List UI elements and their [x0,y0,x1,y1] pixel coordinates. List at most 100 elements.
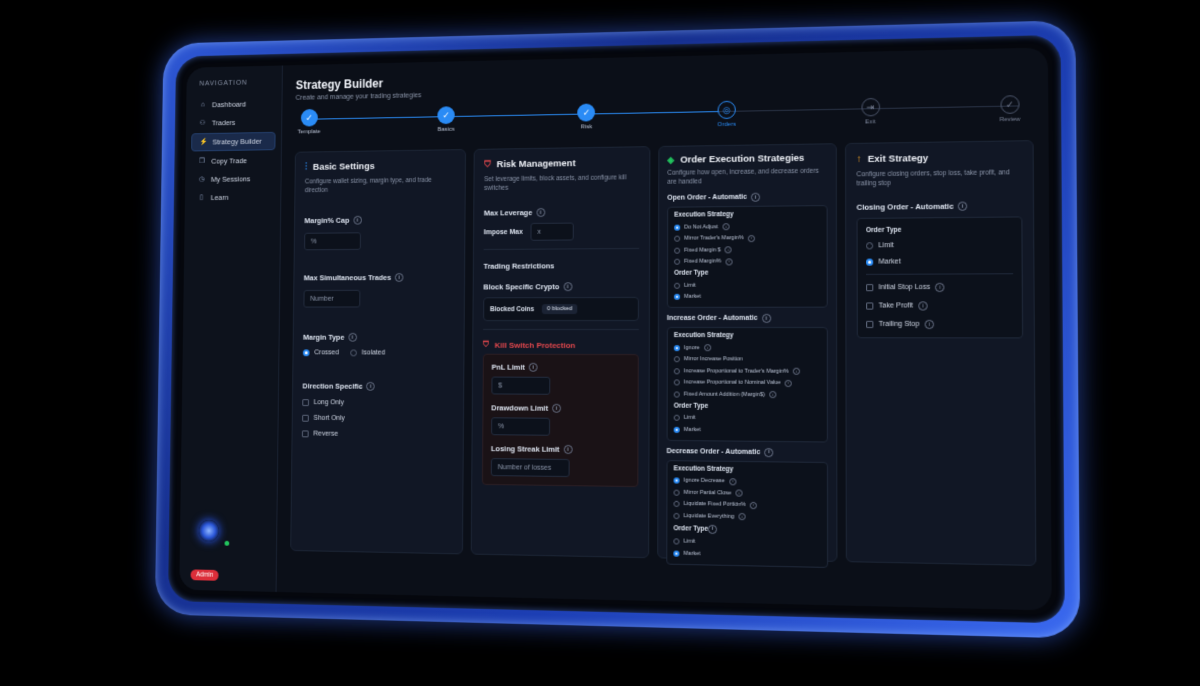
info-icon[interactable]: i [738,513,746,521]
max-trades-input[interactable]: Number [303,290,361,308]
info-icon[interactable]: i [563,282,573,292]
radio-crossed[interactable]: Crossed [302,349,339,357]
info-icon[interactable]: i [563,445,573,455]
pnl-limit-input[interactable]: $ [491,376,551,395]
info-icon[interactable]: i [751,192,761,203]
checkbox-take-profit[interactable]: Take Profit i [866,301,1013,311]
field-label-text: Direction Specific [302,381,363,391]
sidebar-item-label: My Sessions [210,174,251,184]
info-icon[interactable]: i [957,201,968,212]
step-template[interactable]: ✓ Template [281,108,338,136]
info-icon[interactable]: i [924,319,935,330]
info-icon[interactable]: i [528,362,538,372]
info-icon[interactable]: i [769,391,777,399]
step-basics[interactable]: ✓ Basics [417,106,475,133]
radio-fixed-amount[interactable]: Fixed Amount Addition (Margin$) i [673,389,821,402]
sidebar-item-learn[interactable]: ▯ Learn [190,189,275,206]
checkbox-trailing-stop[interactable]: Trailing Stop i [866,319,1013,330]
sidebar-item-dashboard[interactable]: ⌂ Dashboard [192,95,276,113]
step-orders[interactable]: ◎ Orders [696,100,757,128]
drawdown-limit-input[interactable]: % [491,417,551,436]
info-icon[interactable]: i [728,478,737,486]
step-label: Exit [865,119,876,126]
radio-increase-margin-pct[interactable]: Increase Proportional to Trader's Margin… [673,365,821,377]
checkbox-initial-stop-loss[interactable]: Initial Stop Loss i [866,282,1013,293]
card-title-text: Basic Settings [312,161,375,173]
margin-cap-input[interactable]: % [304,232,361,251]
radio-selected-icon [302,349,310,357]
radio-market[interactable]: Market [673,291,821,303]
info-icon[interactable]: i [724,246,732,254]
info-icon[interactable]: i [725,258,733,266]
field-label-text: Decrease Order - Automatic [666,447,761,456]
checkbox-short-only[interactable]: Short Only [302,414,453,423]
blocked-coins-box[interactable]: Blocked Coins 0 blocked [483,297,639,322]
radio-market[interactable]: Market [673,424,821,437]
step-risk[interactable]: ✓ Risk [557,103,616,131]
info-icon[interactable]: i [784,379,793,387]
order-type-label: Order Type i [673,524,820,536]
field-label-text: Order Type [673,524,709,533]
radio-mirror-increase[interactable]: Mirror Increase Position [673,354,821,366]
radio-icon [673,512,680,520]
divider [483,248,640,251]
radio-market[interactable]: Market [865,258,1013,266]
radio-limit[interactable]: Limit [865,241,1013,250]
info-icon[interactable]: i [935,282,945,293]
checkbox-icon [302,414,309,422]
radio-increase-nominal[interactable]: Increase Proportional to Nominal Value i [673,377,821,389]
exec-strategy-label: Execution Strategy [673,332,734,340]
info-icon[interactable]: i [552,403,561,414]
sidebar-item-copy-trade[interactable]: ❐ Copy Trade [191,152,275,170]
info-icon[interactable]: i [536,208,545,218]
info-icon[interactable]: i [735,489,743,498]
check-icon: ✓ [300,108,318,127]
step-review[interactable]: ✓ Review [978,95,1042,124]
losing-streak-input[interactable]: Number of losses [490,458,570,478]
radio-ignore[interactable]: Ignore i [673,342,821,354]
sidebar-item-strategy-builder[interactable]: ⚡ Strategy Builder [191,131,276,152]
info-icon[interactable]: i [708,524,718,534]
checkbox-reverse[interactable]: Reverse [301,430,453,439]
info-icon[interactable]: i [764,447,774,457]
margin-cap-label: Margin% Cap i [304,215,454,225]
info-icon[interactable]: i [348,333,357,342]
info-icon[interactable]: i [918,301,928,311]
kill-switch-title: ⛉ Kill Switch Protection [483,340,639,350]
info-icon[interactable]: i [722,223,730,231]
info-icon[interactable]: i [352,215,362,225]
sidebar-item-traders[interactable]: ⚇ Traders [191,114,275,132]
radio-label: Limit [683,538,696,546]
blocked-coins-count: 0 blocked [541,304,578,315]
info-icon[interactable]: i [761,314,771,324]
radio-limit[interactable]: Limit [674,279,821,291]
radio-market[interactable]: Market [673,548,820,563]
info-icon[interactable]: i [366,382,376,391]
field-label-text: Open Order - Automatic [667,194,747,202]
assistant-orb[interactable] [198,519,220,542]
app-screen: NAVIGATION ⌂ Dashboard ⚇ Traders ⚡ Strat… [179,47,1052,611]
info-icon[interactable]: i [747,234,755,243]
diamond-icon: ◈ [667,154,675,165]
checkbox-long-only[interactable]: Long Only [302,399,453,407]
sliders-icon: ⫶ [305,162,308,172]
radio-liquidate-everything[interactable]: Liquidate Everything i [673,510,820,524]
radio-isolated[interactable]: Isolated [350,349,385,357]
step-label: Risk [580,124,593,131]
sidebar-item-my-sessions[interactable]: ◷ My Sessions [191,170,275,187]
radio-label: Ignore [683,345,700,352]
radio-icon [673,379,680,386]
info-icon[interactable]: i [703,344,711,352]
radio-fixed-margin-pct[interactable]: Fixed Margin% i [674,255,820,267]
target-icon: ◎ [717,100,736,120]
radio-fixed-margin-dollar[interactable]: Fixed Margin $ i [674,244,820,257]
info-icon[interactable]: i [394,273,404,283]
info-icon[interactable]: i [749,501,758,510]
radio-icon [673,356,680,363]
info-icon[interactable]: i [792,368,800,376]
radio-label: Fixed Margin $ [684,247,721,254]
step-exit[interactable]: ⇥ Exit [839,97,901,126]
radio-label: Limit [683,415,696,422]
radio-mirror-margin[interactable]: Mirror Trader's Margin% i [674,232,820,245]
impose-max-input[interactable]: x [530,222,574,241]
